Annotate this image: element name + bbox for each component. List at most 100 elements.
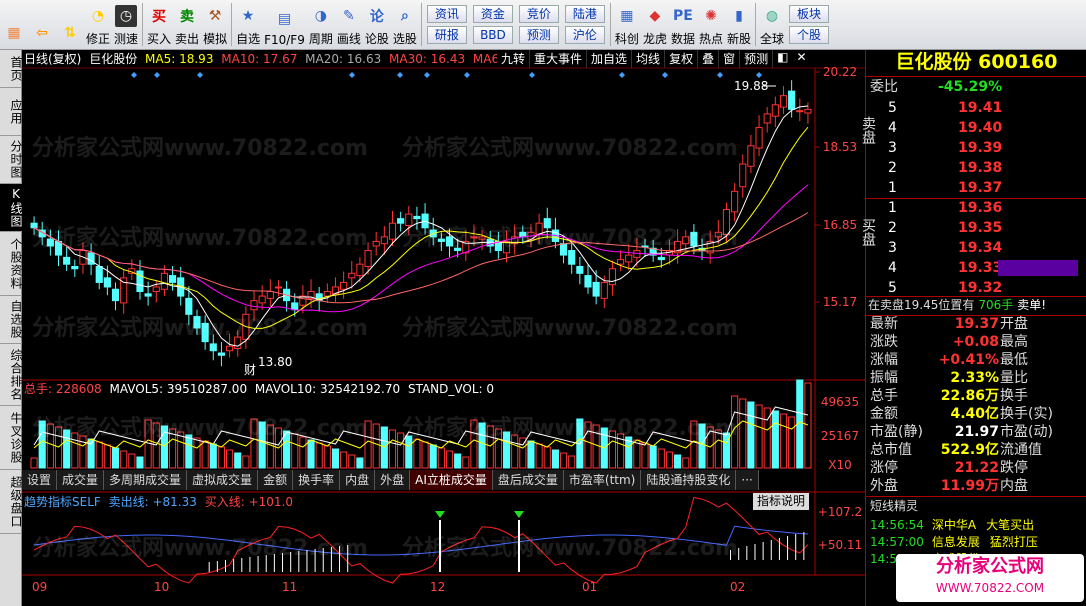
side-tab[interactable]: 自选股 <box>0 296 23 344</box>
volume-bar <box>665 451 674 469</box>
candle <box>747 145 755 167</box>
indicator-subtab[interactable]: 设置 <box>22 470 58 490</box>
candle <box>690 231 698 247</box>
bid-row[interactable]: 5 19.32 <box>866 278 1086 298</box>
indicator-subtab[interactable]: 金额 <box>258 470 294 490</box>
stat-label2: 换手 <box>1000 388 1028 404</box>
short-sprite-title[interactable]: 短线精灵 <box>870 497 918 514</box>
toolbar-globe-button[interactable]: ◍ 全球 <box>758 0 786 49</box>
toolbar-quick-button[interactable]: 预测 <box>518 26 559 44</box>
candle <box>226 345 234 352</box>
toolbar-windows-button[interactable]: ▦ <box>0 0 28 49</box>
volume-axis-label: X10 <box>828 458 852 472</box>
stat-value: 21.22 <box>954 460 999 476</box>
volume-bar <box>413 438 421 469</box>
kline-plot[interactable]: 20.2218.5316.8515.1719.8813.80财496352516… <box>22 50 865 606</box>
indicator-subtab[interactable]: 盘后成交量 <box>492 470 564 490</box>
toolbar-search-stock-button[interactable]: ⌕ 选股 <box>391 0 419 49</box>
bid-row[interactable]: 4 19.33 <box>866 258 1086 278</box>
side-tab[interactable]: 分时图 <box>0 136 23 184</box>
toolbar-kechuang-button[interactable]: ▦ 科创 <box>613 0 641 49</box>
month-label: 01 <box>582 580 597 594</box>
toolbar-discuss-button[interactable]: 论论股 <box>363 0 391 49</box>
candle <box>478 236 486 240</box>
volume-bar <box>657 448 665 469</box>
bid-row[interactable]: 1 19.36 <box>866 198 1086 218</box>
toolbar-quick-button[interactable]: 板块 <box>789 5 830 23</box>
kline-chart[interactable]: 日线(复权) 巨化股份 MA5: 18.93 MA10: 17.67 MA20:… <box>22 50 865 606</box>
toolbar-quick-button[interactable]: BBD <box>472 26 513 44</box>
ask-level: 2 <box>888 160 897 176</box>
indicator-subtab[interactable]: 市盈率(ttm) <box>563 470 642 490</box>
side-tab[interactable]: 综合排名 <box>0 344 23 406</box>
side-tab[interactable]: 个股资料 <box>0 232 23 296</box>
toolbar-quick-button[interactable]: 陆港 <box>564 5 605 23</box>
volume-bar <box>128 453 136 469</box>
volume-bar <box>543 446 551 469</box>
toolbar-star-button[interactable]: ★ 自选 <box>234 0 262 49</box>
candle <box>771 104 779 117</box>
toolbar-pair: 板块 个股 <box>786 0 832 49</box>
toolbar-buy-button[interactable]: 买买入 <box>145 0 173 49</box>
indicator-subtab[interactable]: 虚拟成交量 <box>187 470 259 490</box>
candle <box>600 281 608 299</box>
indicator-name[interactable]: 趋势指标SELF <box>24 495 101 509</box>
ask-price: 19.41 <box>958 100 1003 116</box>
ask-row[interactable]: 4 19.40 <box>866 118 1086 138</box>
toolbar-draw-line-button[interactable]: ✎ 画线 <box>335 0 363 49</box>
ask-row[interactable]: 1 19.37 <box>866 178 1086 198</box>
toolbar-quick-button[interactable]: 个股 <box>789 26 830 44</box>
side-tab[interactable]: 首页 <box>0 50 23 88</box>
short-sprite-row[interactable]: 14:56:54 深中华A 大笔买出 <box>870 516 1034 533</box>
toolbar-quick-button[interactable]: 竞价 <box>518 5 559 23</box>
toolbar-refresh-button[interactable]: ◔ 修正 <box>84 0 112 49</box>
indicator-help-button[interactable]: 指标说明 <box>753 493 810 510</box>
indicator-subtab[interactable]: 多周期成交量 <box>104 470 188 490</box>
short-stock: 深中华A <box>931 518 977 532</box>
ask-row[interactable]: 3 19.39 <box>866 138 1086 158</box>
candle <box>46 238 54 247</box>
candle <box>356 263 364 277</box>
candle <box>763 113 771 124</box>
bid-row[interactable]: 3 19.34 <box>866 238 1086 258</box>
short-sprite-row[interactable]: 14:57:00 信息发展 猛烈打压 <box>870 533 1038 550</box>
ask-row[interactable]: 5 19.41 <box>866 98 1086 118</box>
side-tab[interactable]: 牛叉诊股 <box>0 406 23 470</box>
side-tab[interactable]: 超级盘口 <box>0 470 23 534</box>
indicator-subtab[interactable]: 外盘 <box>375 470 411 490</box>
candle <box>625 254 633 263</box>
indicator-subtab[interactable]: ··· <box>736 470 759 490</box>
volume-bar <box>690 420 698 469</box>
stat-label2: 量比 <box>1000 370 1028 386</box>
volume-bar <box>421 441 429 469</box>
candle <box>54 240 63 256</box>
indicator-subtab[interactable]: 内盘 <box>340 470 376 490</box>
ask-row[interactable]: 2 19.38 <box>866 158 1086 178</box>
indicator-subtab[interactable]: 换手率 <box>293 470 341 490</box>
side-tab[interactable]: 应用 <box>0 88 23 136</box>
toolbar-longhu-button[interactable]: ◆ 龙虎 <box>641 0 669 49</box>
indicator-subtab[interactable]: 陆股通持股变化 <box>641 470 737 490</box>
toolbar-up-down-button[interactable]: ⇅ <box>56 0 84 49</box>
candle <box>250 300 258 311</box>
bid-volume-bar <box>998 260 1078 276</box>
toolbar: ▦ ⇦ ⇅ ◔ 修正 ◷ 测速买买入卖卖出 ⚒ 模拟 ★ 自选 ▤ F10/F9 ◑ 周期 ✎ 画线论论股 ⌕ 选股… <box>0 0 1086 50</box>
toolbar-clock-button[interactable]: ◷ 测速 <box>112 0 140 49</box>
indicator-subtab[interactable]: AI立桩成交量 <box>410 470 493 490</box>
toolbar-back-arrow-button[interactable]: ⇦ <box>28 0 56 49</box>
toolbar-pe-button[interactable]: PE 数据 <box>669 0 697 49</box>
toolbar-f10-button[interactable]: ▤ F10/F9 <box>262 0 307 49</box>
toolbar-quick-button[interactable]: 资讯 <box>426 5 467 23</box>
toolbar-sell-button[interactable]: 卖卖出 <box>173 0 201 49</box>
toolbar-hotspot-button[interactable]: ✺ 热点 <box>697 0 725 49</box>
toolbar-separator <box>142 3 144 46</box>
toolbar-hammer-button[interactable]: ⚒ 模拟 <box>201 0 229 49</box>
toolbar-quick-button[interactable]: 研报 <box>426 26 467 44</box>
toolbar-quick-button[interactable]: 资金 <box>472 5 513 23</box>
toolbar-ipo-button[interactable]: ▮ 新股 <box>725 0 753 49</box>
toolbar-quick-button[interactable]: 沪伦 <box>564 26 605 44</box>
bid-row[interactable]: 2 19.35 <box>866 218 1086 238</box>
side-tab[interactable]: K线图 <box>0 184 23 232</box>
toolbar-period-button[interactable]: ◑ 周期 <box>307 0 335 49</box>
indicator-subtab[interactable]: 成交量 <box>57 470 105 490</box>
